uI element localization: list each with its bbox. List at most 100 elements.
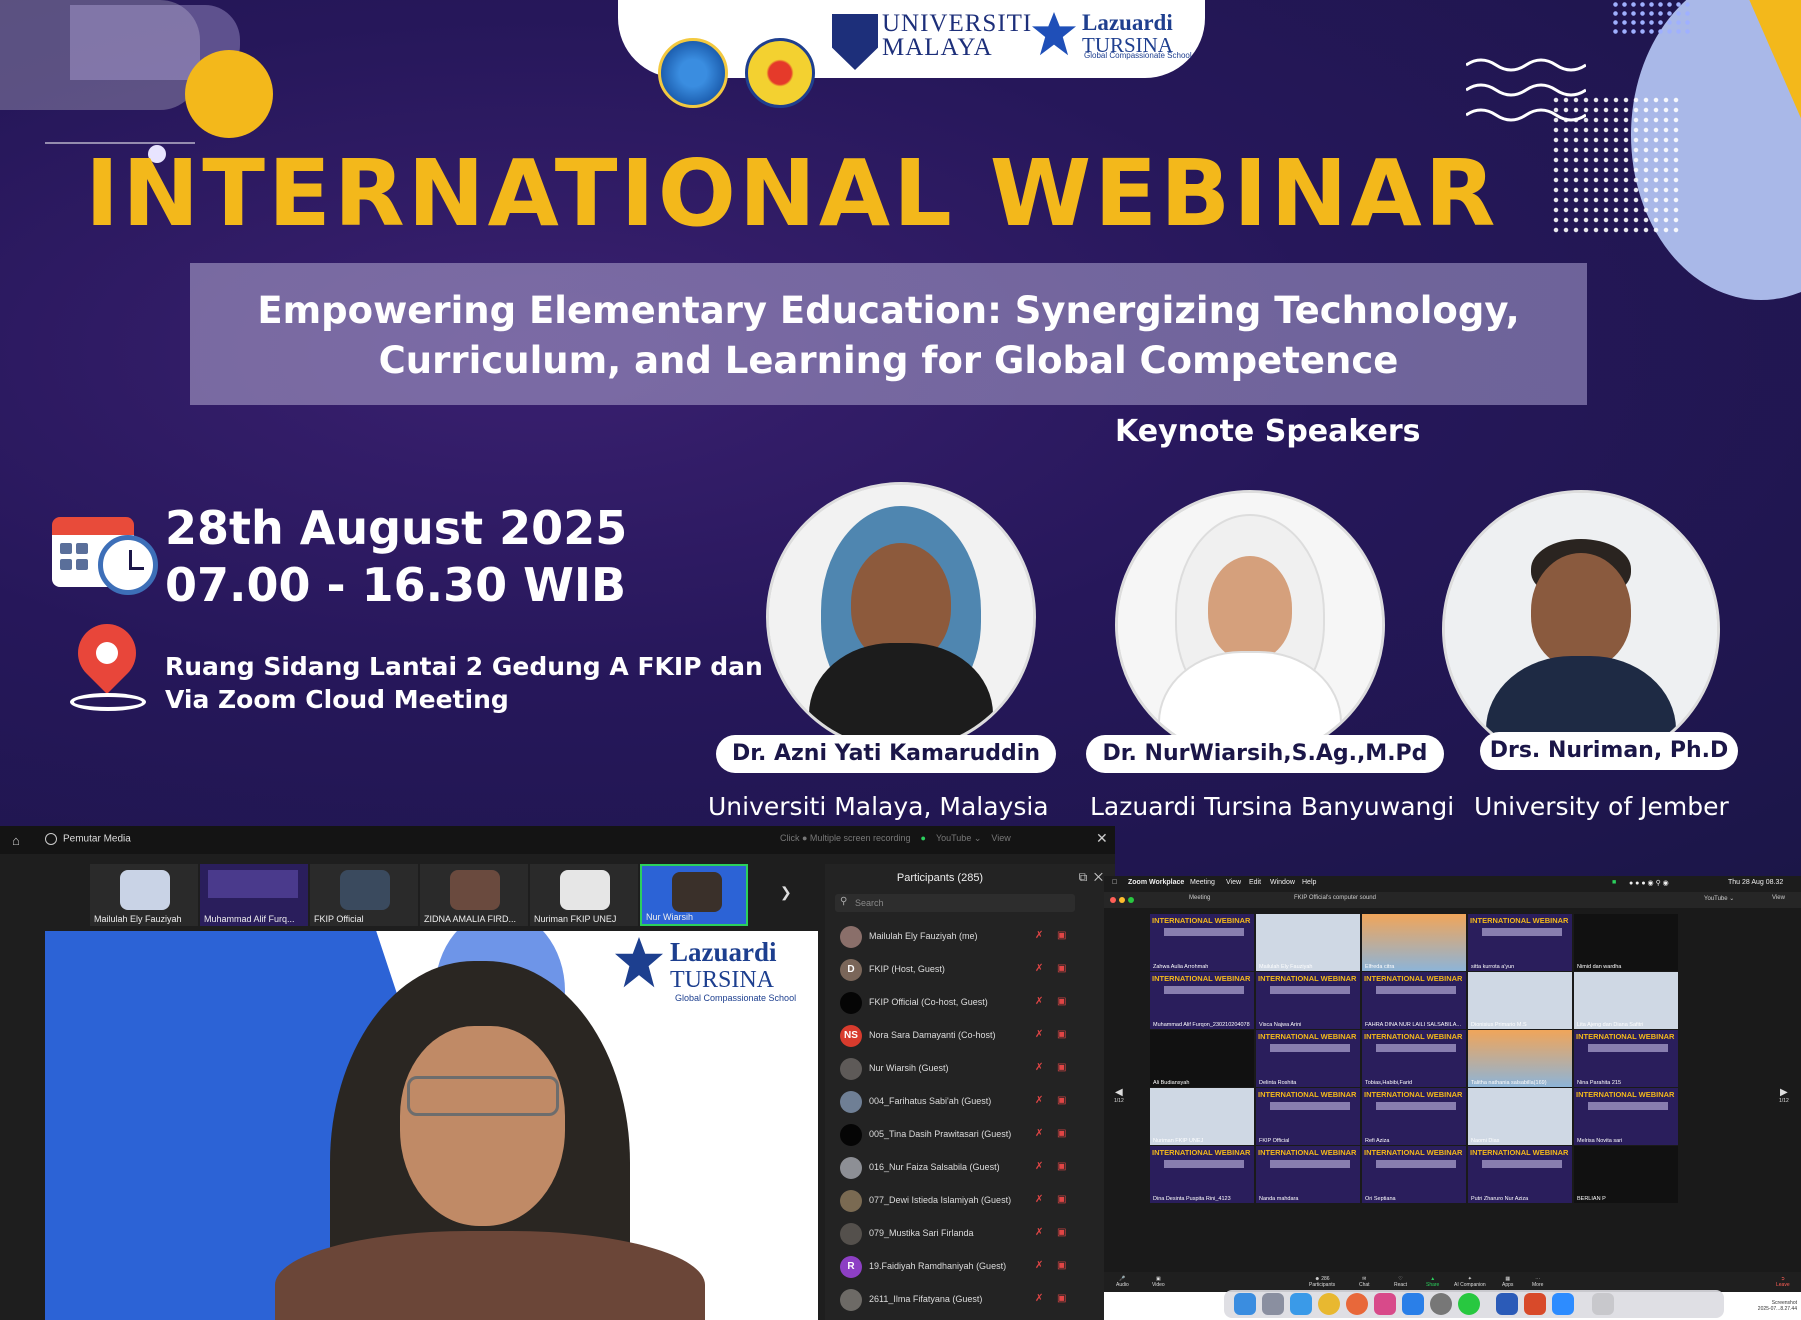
menu-item[interactable]: View: [1226, 879, 1241, 886]
video-tile[interactable]: Lita Ajeng dan Diana Safitri: [1574, 972, 1678, 1029]
video-tile[interactable]: INTERNATIONAL WEBINAR FAHRA DINA NUR LAIL…: [1362, 972, 1466, 1029]
zoom-icon[interactable]: [1552, 1293, 1574, 1315]
close-icon[interactable]: ✕: [1094, 870, 1103, 884]
video-tile[interactable]: Ali Budiansyah: [1150, 1030, 1254, 1087]
video-tile[interactable]: INTERNATIONAL WEBINAR FKIP Official: [1256, 1088, 1360, 1145]
youtube-button[interactable]: YouTube ⌄: [936, 833, 981, 843]
participant-thumbnail[interactable]: Muhammad Alif Furq...: [200, 864, 308, 926]
video-tile[interactable]: Nimid dan wardha: [1574, 914, 1678, 971]
camera-off-icon[interactable]: ▣: [1057, 1161, 1066, 1172]
prev-page-button[interactable]: ◀ 1/12: [1114, 1087, 1124, 1104]
mic-muted-icon[interactable]: ✗: [1035, 1194, 1043, 1205]
photos-icon[interactable]: [1374, 1293, 1396, 1315]
popout-icon[interactable]: ⧉: [1079, 870, 1088, 884]
trash-icon[interactable]: [1592, 1293, 1614, 1315]
participant-row[interactable]: 005_Tina Dasih Prawitasari (Guest) ✗ ▣: [825, 1120, 1115, 1153]
chat-button[interactable]: ✉ Chat: [1359, 1276, 1370, 1288]
more-button[interactable]: ⋯ More: [1532, 1276, 1543, 1288]
word-icon[interactable]: [1496, 1293, 1518, 1315]
powerpoint-icon[interactable]: [1524, 1293, 1546, 1315]
mic-muted-icon[interactable]: ✗: [1035, 1161, 1043, 1172]
mic-muted-icon[interactable]: ✗: [1035, 930, 1043, 941]
mic-muted-icon[interactable]: ✗: [1035, 1029, 1043, 1040]
video-tile[interactable]: INTERNATIONAL WEBINAR Tobias,Habibi,Farid: [1362, 1030, 1466, 1087]
participant-row[interactable]: R 19.Faidiyah Ramdhaniyah (Guest) ✗ ▣: [825, 1252, 1115, 1285]
mic-muted-icon[interactable]: ✗: [1035, 1260, 1043, 1271]
mic-muted-icon[interactable]: ✗: [1035, 1095, 1043, 1106]
app-store-icon[interactable]: [1402, 1293, 1424, 1315]
safari-icon[interactable]: [1290, 1293, 1312, 1315]
participant-thumbnail[interactable]: FKIP Official: [310, 864, 418, 926]
participant-thumbnail[interactable]: Mailulah Ely Fauziyah: [90, 864, 198, 926]
mic-muted-icon[interactable]: ✗: [1035, 996, 1043, 1007]
chrome-icon[interactable]: [1318, 1293, 1340, 1315]
minimize-window-icon[interactable]: [1119, 897, 1125, 903]
video-tile[interactable]: BERLIAN P: [1574, 1146, 1678, 1203]
finder-icon[interactable]: [1234, 1293, 1256, 1315]
video-tile[interactable]: INTERNATIONAL WEBINAR Zahwa Aulia Arrohma…: [1150, 914, 1254, 971]
home-icon[interactable]: ⌂: [12, 833, 20, 848]
participant-row[interactable]: Mailulah Ely Fauziyah (me) ✗ ▣: [825, 922, 1115, 955]
video-button[interactable]: ▣ Video: [1152, 1276, 1165, 1288]
camera-off-icon[interactable]: ▣: [1057, 1293, 1066, 1304]
participant-thumbnail[interactable]: ZIDNA AMALIA FIRD...: [420, 864, 528, 926]
youtube-button[interactable]: YouTube ⌄: [1704, 895, 1734, 902]
participant-row[interactable]: NS Nora Sara Damayanti (Co-host) ✗ ▣: [825, 1021, 1115, 1054]
screen-share-icon[interactable]: ■: [1612, 879, 1616, 886]
video-tile[interactable]: INTERNATIONAL WEBINAR Melrisa Novita sari: [1574, 1088, 1678, 1145]
participant-row[interactable]: 004_Farihatus Sabi'ah (Guest) ✗ ▣: [825, 1087, 1115, 1120]
menu-item[interactable]: Window: [1270, 879, 1295, 886]
ai-companion-button[interactable]: ✦ AI Companion: [1454, 1276, 1486, 1288]
video-tile[interactable]: INTERNATIONAL WEBINAR Refi Aziza: [1362, 1088, 1466, 1145]
camera-off-icon[interactable]: ▣: [1057, 1128, 1066, 1139]
mic-muted-icon[interactable]: ✗: [1035, 1062, 1043, 1073]
camera-off-icon[interactable]: ▣: [1057, 963, 1066, 974]
video-tile[interactable]: Talitha nathania salsabilla(169): [1468, 1030, 1572, 1087]
audio-button[interactable]: 🎤 Audio: [1116, 1276, 1129, 1288]
video-tile[interactable]: Elfreda citra: [1362, 914, 1466, 971]
participant-search-input[interactable]: ⚲ Search: [835, 894, 1075, 912]
video-tile[interactable]: INTERNATIONAL WEBINAR Delinta Roshita: [1256, 1030, 1360, 1087]
participant-row[interactable]: FKIP Official (Co-host, Guest) ✗ ▣: [825, 988, 1115, 1021]
video-tile[interactable]: INTERNATIONAL WEBINAR Ori Septiana: [1362, 1146, 1466, 1203]
menu-item[interactable]: Edit: [1249, 879, 1261, 886]
participant-row[interactable]: Nur Wiarsih (Guest) ✗ ▣: [825, 1054, 1115, 1087]
video-tile[interactable]: INTERNATIONAL WEBINAR sitta kurrota a'yun: [1468, 914, 1572, 971]
close-icon[interactable]: ✕: [1096, 830, 1108, 847]
launchpad-icon[interactable]: [1262, 1293, 1284, 1315]
leave-button[interactable]: ➲ Leave: [1776, 1276, 1790, 1288]
chevron-right-icon[interactable]: ❯: [780, 884, 792, 901]
camera-off-icon[interactable]: ▣: [1057, 930, 1066, 941]
menu-item[interactable]: Meeting: [1190, 879, 1215, 886]
mic-muted-icon[interactable]: ✗: [1035, 1128, 1043, 1139]
close-window-icon[interactable]: [1110, 897, 1116, 903]
camera-off-icon[interactable]: ▣: [1057, 1095, 1066, 1106]
video-tile[interactable]: INTERNATIONAL WEBINAR Putri Zharuro Nur A…: [1468, 1146, 1572, 1203]
camera-off-icon[interactable]: ▣: [1057, 1260, 1066, 1271]
whatsapp-icon[interactable]: [1458, 1293, 1480, 1315]
mic-muted-icon[interactable]: ✗: [1035, 963, 1043, 974]
video-tile[interactable]: Dionisius Primario M.S: [1468, 972, 1572, 1029]
menu-item[interactable]: Zoom Workplace: [1128, 879, 1184, 886]
camera-off-icon[interactable]: ▣: [1057, 1227, 1066, 1238]
camera-off-icon[interactable]: ▣: [1057, 1029, 1066, 1040]
firefox-icon[interactable]: [1346, 1293, 1368, 1315]
apps-button[interactable]: ▦ Apps: [1502, 1276, 1513, 1288]
participant-row[interactable]: 016_Nur Faiza Salsabila (Guest) ✗ ▣: [825, 1153, 1115, 1186]
mic-muted-icon[interactable]: ✗: [1035, 1227, 1043, 1238]
participant-thumbnail[interactable]: Nuriman FKIP UNEJ: [530, 864, 638, 926]
react-button[interactable]: ♡ React: [1394, 1276, 1407, 1288]
share-button[interactable]: ▲ Share: [1426, 1276, 1439, 1288]
video-tile[interactable]: INTERNATIONAL WEBINAR Nanda mahdara: [1256, 1146, 1360, 1203]
video-tile[interactable]: INTERNATIONAL WEBINAR Dina Desinta Puspit…: [1150, 1146, 1254, 1203]
video-tile[interactable]: Naomi Dias: [1468, 1088, 1572, 1145]
participant-thumbnail-active[interactable]: Nur Wiarsih: [640, 864, 748, 926]
camera-off-icon[interactable]: ▣: [1057, 1062, 1066, 1073]
menu-item[interactable]: Help: [1302, 879, 1316, 886]
video-tile[interactable]: Mailulah Ely Fauziyah: [1256, 914, 1360, 971]
view-button[interactable]: View: [991, 833, 1010, 843]
camera-off-icon[interactable]: ▣: [1057, 1194, 1066, 1205]
video-tile[interactable]: INTERNATIONAL WEBINAR Muhammad Alif Furqo…: [1150, 972, 1254, 1029]
maximize-window-icon[interactable]: [1128, 897, 1134, 903]
apple-icon[interactable]: : [1112, 879, 1117, 886]
